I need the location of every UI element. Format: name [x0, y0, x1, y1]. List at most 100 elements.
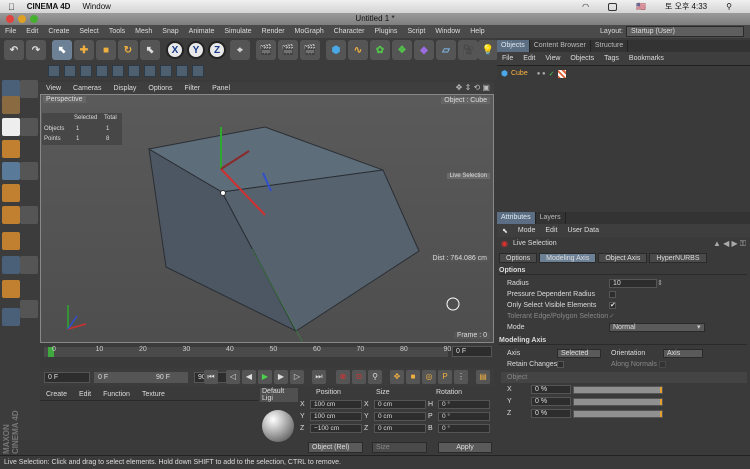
tweak-mode-icon[interactable] — [2, 256, 20, 274]
app-menu-create[interactable]: Create — [48, 28, 69, 35]
play-icon[interactable]: ▶ — [258, 370, 272, 384]
cube-object-name[interactable]: Cube — [511, 70, 528, 77]
material-menu-edit[interactable]: Edit — [79, 391, 91, 398]
mode-dropdown[interactable]: Normal — [609, 323, 705, 332]
viewport-menu-filter[interactable]: Filter — [185, 85, 201, 92]
apply-button[interactable]: Apply — [438, 442, 492, 453]
quantize-icon[interactable] — [128, 65, 140, 77]
material-manager[interactable] — [40, 400, 258, 455]
render-picture-viewer-icon[interactable]: 🎬 — [278, 40, 298, 60]
polygons-mode-icon[interactable] — [2, 206, 20, 224]
pressure-checkbox[interactable] — [609, 291, 616, 298]
viewport-menu-display[interactable]: Display — [113, 85, 136, 92]
layout-dropdown[interactable]: Startup (User) — [626, 26, 744, 37]
app-menu-help[interactable]: Help — [470, 28, 484, 35]
material-menu-texture[interactable]: Texture — [142, 391, 165, 398]
app-menu-mograph[interactable]: MoGraph — [295, 28, 324, 35]
app-menu-simulate[interactable]: Simulate — [224, 28, 251, 35]
tolerant-checkbox[interactable]: ✓ — [609, 312, 615, 320]
attributes-menu-edit[interactable]: Edit — [545, 227, 557, 234]
tab-content-browser[interactable]: Content Browser — [530, 40, 591, 52]
goto-end-icon[interactable]: ⏭ — [312, 370, 326, 384]
battery-icon[interactable] — [608, 2, 618, 11]
mode-arrow-icon[interactable]: ⬉ — [502, 227, 508, 235]
coord-rot-field[interactable]: 0 ° — [438, 424, 490, 433]
magnet-icon[interactable] — [2, 280, 20, 298]
planar-icon[interactable] — [160, 65, 172, 77]
recent-tool-icon[interactable]: ⬉ — [140, 40, 160, 60]
spline-icon[interactable]: ∿ — [348, 40, 368, 60]
guide-icon[interactable] — [176, 65, 188, 77]
app-menu-window[interactable]: Window — [435, 28, 460, 35]
mode-chevron-icon[interactable]: ▾ — [697, 323, 701, 331]
x-axis-button[interactable]: X — [166, 41, 184, 59]
object-z-slider[interactable] — [573, 410, 663, 418]
tag-checker-icon[interactable] — [557, 69, 566, 78]
range-slider[interactable] — [142, 372, 152, 383]
app-menu-plugins[interactable]: Plugins — [374, 28, 397, 35]
timeline-window-icon[interactable]: ▤ — [476, 370, 490, 384]
symmetry-icon[interactable] — [144, 65, 156, 77]
goto-start-icon[interactable]: ⏮ — [204, 370, 218, 384]
redo-icon[interactable]: ↷ — [26, 40, 46, 60]
tab-structure[interactable]: Structure — [591, 40, 629, 52]
rotate-icon[interactable]: ↻ — [118, 40, 138, 60]
objects-menu-tags[interactable]: Tags — [604, 55, 619, 62]
tab-layers[interactable]: Layers — [536, 212, 566, 224]
range-start-field[interactable]: 0 F — [94, 372, 142, 383]
material-menu-create[interactable]: Create — [46, 391, 67, 398]
app-menu-character[interactable]: Character — [334, 28, 365, 35]
move-icon[interactable]: ✚ — [74, 40, 94, 60]
along-normals-checkbox[interactable] — [659, 361, 666, 368]
scale-key-icon[interactable]: ■ — [406, 370, 420, 384]
coord-pos-field[interactable]: 100 cm — [310, 412, 362, 421]
app-menu-tools[interactable]: Tools — [109, 28, 125, 35]
coord-size-field[interactable]: 0 cm — [374, 424, 426, 433]
timeline-ruler[interactable]: 0 10 20 30 40 50 60 70 80 90 — [44, 346, 451, 357]
object-y-slider[interactable] — [573, 398, 663, 406]
current-frame-field[interactable]: 0 F — [44, 372, 90, 383]
nurbs-icon[interactable]: ✿ — [370, 40, 390, 60]
palette-col2-icon-1[interactable] — [20, 80, 38, 98]
point-level-key-icon[interactable]: ⋮ — [454, 370, 468, 384]
floor-icon[interactable]: ▱ — [436, 40, 456, 60]
object-row-cube[interactable]: ⬢ Cube ● ● ✓ — [501, 69, 566, 78]
palette-col2-icon-6[interactable] — [20, 300, 38, 318]
record-icon[interactable]: ⊗ — [336, 370, 350, 384]
app-menu-select[interactable]: Select — [79, 28, 98, 35]
app-name-menu[interactable]: CINEMA 4D — [27, 2, 71, 11]
coord-size-field[interactable]: 0 cm — [374, 412, 426, 421]
y-axis-button[interactable]: Y — [187, 41, 205, 59]
timeline[interactable]: 0 10 20 30 40 50 60 70 80 90 0 F — [40, 343, 494, 361]
edges-mode-icon[interactable] — [2, 184, 20, 202]
palette-col2-icon-3[interactable] — [20, 162, 38, 180]
points-mode-icon[interactable] — [2, 162, 20, 180]
previous-key-icon[interactable]: ◁ — [226, 370, 240, 384]
coord-rot-field[interactable]: 0 ° — [438, 412, 490, 421]
language-flag-icon[interactable]: 🇺🇸 — [636, 2, 646, 11]
size-mode-dropdown[interactable]: Size — [372, 442, 427, 453]
material-menu-function[interactable]: Function — [103, 391, 130, 398]
align-icon[interactable] — [192, 65, 204, 77]
viewport-menu-panel[interactable]: Panel — [212, 85, 230, 92]
coord-pos-field[interactable]: −100 cm — [310, 424, 362, 433]
coord-rot-field[interactable]: 0 ° — [438, 400, 490, 409]
clock[interactable]: 토 오후 4:33 — [665, 1, 707, 12]
object-x-slider[interactable] — [573, 386, 663, 394]
coord-pos-field[interactable]: 100 cm — [310, 400, 362, 409]
orientation-dropdown[interactable]: Axis — [663, 349, 703, 358]
radius-stepper[interactable]: ⇕ — [657, 279, 663, 287]
scale-icon[interactable]: ■ — [96, 40, 116, 60]
app-menu-render[interactable]: Render — [262, 28, 285, 35]
app-menu-edit[interactable]: Edit — [26, 28, 38, 35]
objects-menu-file[interactable]: File — [502, 55, 513, 62]
attr-nav-icons[interactable]: ▲ ◀ ▶ ⚿ — [713, 239, 746, 249]
cube-primitive-icon[interactable]: ⬢ — [326, 40, 346, 60]
rotation-key-icon[interactable]: ◎ — [422, 370, 436, 384]
visible-elements-checkbox[interactable]: ✔ — [609, 302, 616, 309]
subtab-object-axis[interactable]: Object Axis — [598, 253, 648, 263]
workplane-mode-icon[interactable] — [2, 140, 20, 158]
coordinate-mode-dropdown[interactable]: Object (Rel) — [308, 442, 363, 453]
object-list[interactable]: ⬢ Cube ● ● ✓ — [497, 65, 750, 210]
attributes-menu-user-data[interactable]: User Data — [567, 227, 599, 234]
